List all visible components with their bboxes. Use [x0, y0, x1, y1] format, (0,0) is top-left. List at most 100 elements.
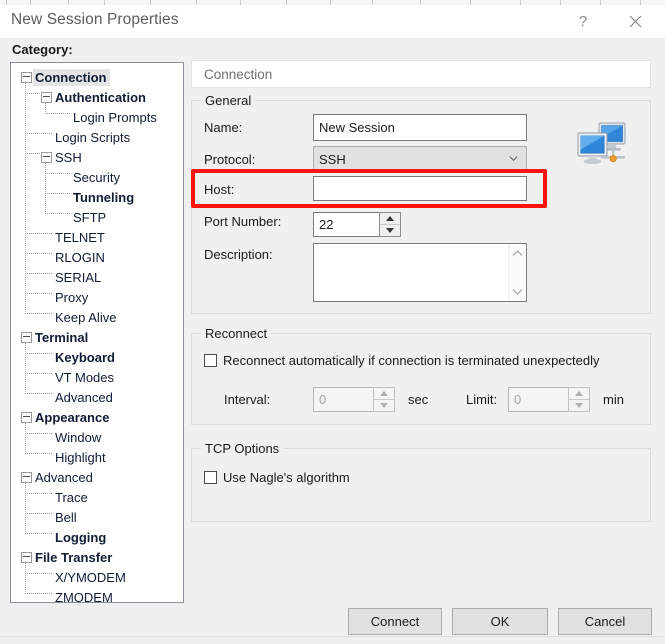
- tree-item-connection[interactable]: Connection: [11, 67, 183, 87]
- interval-value: 0: [319, 392, 327, 407]
- tree-item-label: SERIAL: [55, 269, 102, 285]
- tree-item-label: Keyboard: [55, 349, 115, 365]
- port-spin-up-button[interactable]: [380, 213, 400, 224]
- tree-guide-line: [25, 313, 53, 314]
- tree-item-keyboard[interactable]: Keyboard: [11, 347, 183, 367]
- cancel-button[interactable]: Cancel: [558, 608, 652, 635]
- reconnect-auto-checkbox-row[interactable]: Reconnect automatically if connection is…: [204, 353, 600, 368]
- limit-spinner[interactable]: 0: [508, 387, 590, 412]
- category-tree: Connection Authentication Login Prompts Log…: [11, 63, 183, 603]
- limit-spin-down-button[interactable]: [569, 399, 589, 411]
- window-title: New Session Properties: [11, 11, 179, 28]
- tree-guide-line: [25, 493, 53, 494]
- triangle-down-icon: [575, 403, 583, 408]
- tree-guide-line: [25, 393, 53, 394]
- interval-spin-down-button[interactable]: [374, 399, 394, 411]
- close-button[interactable]: [613, 5, 657, 38]
- tree-item-sftp[interactable]: SFTP: [11, 207, 183, 227]
- tree-expander-collapse-icon[interactable]: [41, 152, 52, 163]
- tree-item-label: ZMODEM: [55, 589, 113, 603]
- description-input[interactable]: [313, 243, 527, 302]
- connect-button[interactable]: Connect: [348, 608, 442, 635]
- tree-guide-line: [25, 433, 53, 434]
- tree-item-bell[interactable]: Bell: [11, 507, 183, 527]
- tree-guide-line: [25, 453, 53, 454]
- tree-item-x-ymodem[interactable]: X/YMODEM: [11, 567, 183, 587]
- tree-item-label: Proxy: [55, 289, 89, 305]
- tree-item-label: Bell: [55, 509, 77, 525]
- limit-spin-buttons: [568, 387, 590, 412]
- tree-expander-collapse-icon[interactable]: [21, 72, 32, 83]
- tree-item-label: X/YMODEM: [55, 569, 126, 585]
- tree-item-login-scripts[interactable]: Login Scripts: [11, 127, 183, 147]
- protocol-select[interactable]: SSH: [313, 146, 527, 172]
- tree-item-telnet[interactable]: TELNET: [11, 227, 183, 247]
- tree-guide-line: [25, 513, 53, 514]
- port-label: Port Number:: [204, 214, 282, 229]
- chevron-down-icon[interactable]: [511, 287, 524, 296]
- tree-item-highlight[interactable]: Highlight: [11, 447, 183, 467]
- tree-item-proxy[interactable]: Proxy: [11, 287, 183, 307]
- tree-expander-collapse-icon[interactable]: [21, 332, 32, 343]
- tree-item-security[interactable]: Security: [11, 167, 183, 187]
- tree-guide-line: [25, 77, 26, 313]
- interval-label: Interval:: [224, 392, 271, 407]
- host-input[interactable]: [313, 176, 527, 201]
- limit-spin-up-button[interactable]: [569, 388, 589, 399]
- tree-expander-collapse-icon[interactable]: [21, 552, 32, 563]
- port-spin-buttons: [379, 212, 401, 237]
- tree-item-trace[interactable]: Trace: [11, 487, 183, 507]
- question-mark-icon: ?: [578, 13, 588, 30]
- limit-unit: min: [603, 392, 624, 407]
- tree-item-appearance[interactable]: Appearance: [11, 407, 183, 427]
- tree-item-terminal[interactable]: Terminal: [11, 327, 183, 347]
- category-tree-panel[interactable]: Connection Authentication Login Prompts Log…: [10, 62, 184, 603]
- tree-item-advanced[interactable]: Advanced: [11, 387, 183, 407]
- tree-item-ssh[interactable]: SSH: [11, 147, 183, 167]
- tree-item-serial[interactable]: SERIAL: [11, 267, 183, 287]
- protocol-selected-value: SSH: [319, 151, 346, 167]
- tree-guide-line: [45, 157, 46, 213]
- nagle-checkbox[interactable]: [204, 471, 217, 484]
- interval-spin-buttons: [373, 387, 395, 412]
- interval-spinner[interactable]: 0: [313, 387, 395, 412]
- tree-item-vt-modes[interactable]: VT Modes: [11, 367, 183, 387]
- tree-item-logging[interactable]: Logging: [11, 527, 183, 547]
- tree-guide-line: [45, 193, 71, 194]
- reconnect-auto-checkbox[interactable]: [204, 354, 217, 367]
- tree-item-file-transfer[interactable]: File Transfer: [11, 547, 183, 567]
- ok-button[interactable]: OK: [452, 608, 548, 635]
- tree-guide-line: [25, 293, 53, 294]
- tree-item-keep-alive[interactable]: Keep Alive: [11, 307, 183, 327]
- category-label: Category:: [12, 42, 73, 57]
- tree-item-label: Connection: [33, 68, 110, 86]
- title-bar: New Session Properties ?: [0, 5, 665, 39]
- interval-spin-up-button[interactable]: [374, 388, 394, 399]
- chevron-down-icon: [509, 156, 518, 162]
- description-scrollbar[interactable]: [508, 244, 526, 301]
- name-input[interactable]: New Session: [313, 114, 527, 141]
- tree-item-label: Highlight: [55, 449, 106, 465]
- tree-expander-collapse-icon[interactable]: [41, 92, 52, 103]
- port-number-spinner[interactable]: 22: [313, 212, 401, 237]
- chevron-up-icon[interactable]: [511, 249, 524, 258]
- nagle-checkbox-row[interactable]: Use Nagle's algorithm: [204, 470, 350, 485]
- tree-guide-line: [25, 353, 53, 354]
- tree-item-label: RLOGIN: [55, 249, 105, 265]
- tree-item-rlogin[interactable]: RLOGIN: [11, 247, 183, 267]
- triangle-up-icon: [386, 216, 394, 221]
- port-spin-down-button[interactable]: [380, 224, 400, 236]
- tree-item-login-prompts[interactable]: Login Prompts: [11, 107, 183, 127]
- tcp-options-groupbox: TCP Options: [191, 441, 651, 522]
- tree-item-authentication[interactable]: Authentication: [11, 87, 183, 107]
- tree-expander-collapse-icon[interactable]: [21, 472, 32, 483]
- tree-item-advanced[interactable]: Advanced: [11, 467, 183, 487]
- tree-expander-collapse-icon[interactable]: [21, 412, 32, 423]
- tree-item-window[interactable]: Window: [11, 427, 183, 447]
- tree-item-zmodem[interactable]: ZMODEM: [11, 587, 183, 603]
- tree-guide-line: [25, 253, 53, 254]
- tree-item-tunneling[interactable]: Tunneling: [11, 187, 183, 207]
- triangle-down-icon: [386, 228, 394, 233]
- tree-guide-line: [25, 233, 53, 234]
- help-button[interactable]: ?: [561, 5, 605, 38]
